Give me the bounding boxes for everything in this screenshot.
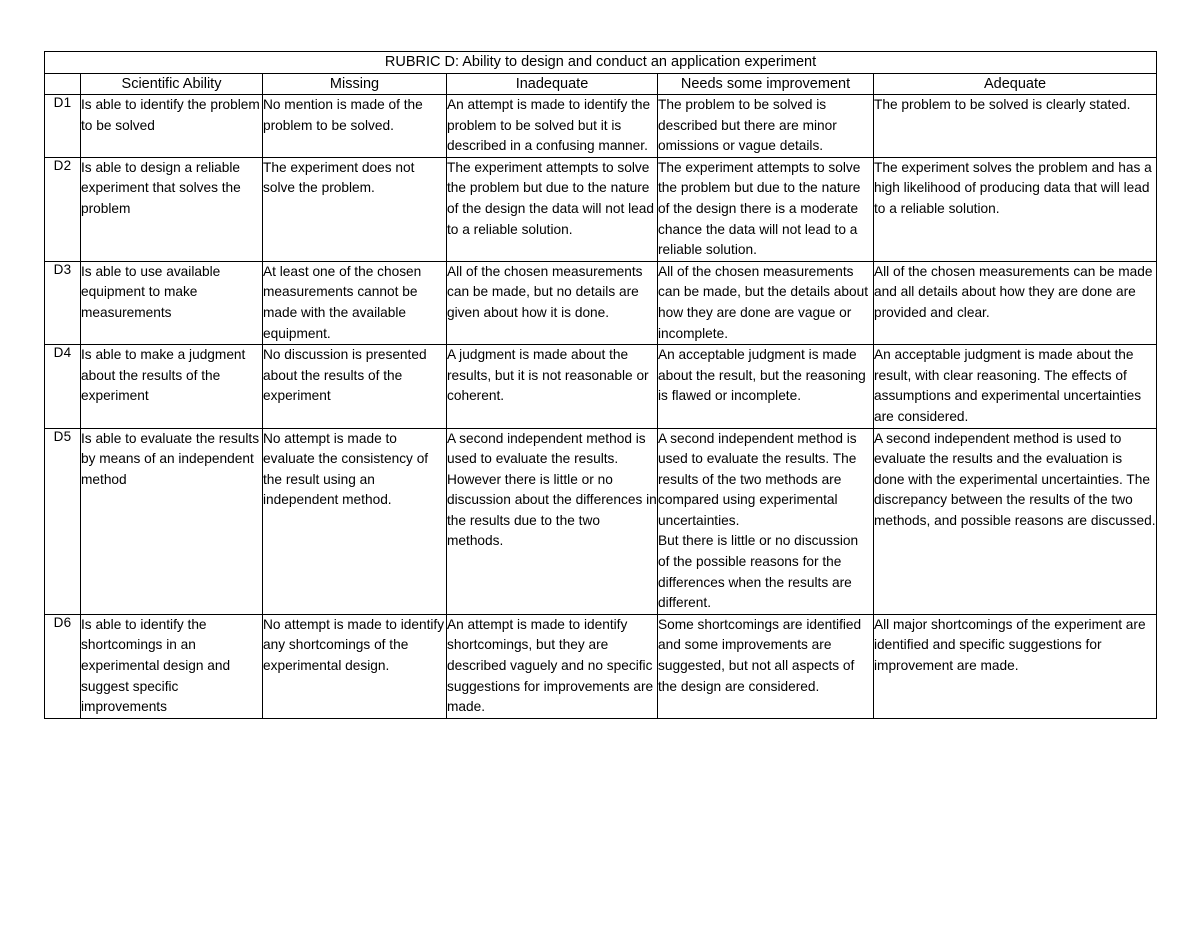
- rubric-title: RUBRIC D: Ability to design and conduct …: [43, 51, 1158, 74]
- rubric-table: RUBRIC D: Ability to design and conduct …: [43, 51, 1158, 719]
- cell-d6-missing: No attempt is made to identify any short…: [262, 613, 447, 719]
- table-row: D2 Is able to design a reliable experime…: [44, 156, 1158, 262]
- cell-d2-ability: Is able to design a reliable experiment …: [80, 156, 263, 262]
- cell-d4-missing: No discussion is presented about the res…: [262, 344, 447, 429]
- cell-d6-adequate: All major shortcomings of the experiment…: [872, 613, 1158, 719]
- cell-d1-missing: No mention is made of the problem to be …: [262, 94, 447, 158]
- row-label-d3: D3: [44, 260, 81, 346]
- column-header-missing: Missing: [262, 73, 447, 95]
- cell-d3-adequate: All of the chosen measurements can be ma…: [872, 260, 1158, 346]
- row-label-d5: D5: [44, 427, 81, 615]
- row-label-d6: D6: [44, 613, 81, 719]
- cell-d3-ability: Is able to use available equipment to ma…: [80, 260, 263, 346]
- row-label-d4: D4: [44, 344, 81, 429]
- rubric-table-container: RUBRIC D: Ability to design and conduct …: [43, 51, 1158, 719]
- row-label-d2: D2: [44, 156, 81, 262]
- cell-d3-missing: At least one of the chosen measurements …: [262, 260, 447, 346]
- column-header-inadequate: Inadequate: [446, 73, 658, 95]
- cell-d3-needs: All of the chosen measurements can be ma…: [657, 260, 874, 346]
- cell-d5-ability: Is able to evaluate the results by means…: [80, 427, 263, 615]
- table-row: D3 Is able to use available equipment to…: [44, 260, 1158, 346]
- cell-d2-needs: The experiment attempts to solve the pro…: [657, 156, 874, 262]
- cell-d1-needs: The problem to be solved is described bu…: [657, 94, 874, 158]
- cell-d5-inadequate: A second independent method is used to e…: [446, 427, 658, 615]
- cell-d4-needs: An acceptable judgment is made about the…: [657, 344, 874, 429]
- table-row: D6 Is able to identify the shortcomings …: [44, 613, 1158, 719]
- cell-d6-ability: Is able to identify the shortcomings in …: [80, 613, 263, 719]
- table-row: D1 Is able to identify the problem to be…: [44, 94, 1158, 158]
- rubric-title-row: RUBRIC D: Ability to design and conduct …: [43, 51, 1158, 74]
- rubric-header-row: Scientific Ability Missing Inadequate Ne…: [44, 73, 1158, 95]
- cell-d5-needs: A second independent method is used to e…: [657, 427, 874, 615]
- cell-d2-adequate: The experiment solves the problem and ha…: [872, 156, 1158, 262]
- column-header-adequate: Adequate: [872, 73, 1158, 95]
- column-header-needs-some-improvement: Needs some improvement: [657, 73, 874, 95]
- cell-d1-adequate: The problem to be solved is clearly stat…: [872, 94, 1158, 158]
- cell-d6-needs: Some shortcomings are identified and som…: [657, 613, 874, 719]
- table-row: D5 Is able to evaluate the results by me…: [44, 427, 1158, 615]
- cell-d5-missing: No attempt is made to evaluate the consi…: [262, 427, 447, 615]
- column-header-scientific-ability: Scientific Ability: [80, 73, 263, 95]
- row-label-d1: D1: [44, 94, 81, 158]
- table-row: D4 Is able to make a judgment about the …: [44, 344, 1158, 429]
- cell-d3-inadequate: All of the chosen measurements can be ma…: [446, 260, 658, 346]
- cell-d1-ability: Is able to identify the problem to be so…: [80, 94, 263, 158]
- cell-d1-inadequate: An attempt is made to identify the probl…: [446, 94, 658, 158]
- column-header-label: [44, 73, 81, 95]
- cell-d2-inadequate: The experiment attempts to solve the pro…: [446, 156, 658, 262]
- cell-d4-adequate: An acceptable judgment is made about the…: [872, 344, 1158, 429]
- cell-d5-adequate: A second independent method is used to e…: [872, 427, 1158, 615]
- rubric-document-page: RUBRIC D: Ability to design and conduct …: [0, 0, 1200, 927]
- cell-d4-inadequate: A judgment is made about the results, bu…: [446, 344, 658, 429]
- cell-d4-ability: Is able to make a judgment about the res…: [80, 344, 263, 429]
- cell-d2-missing: The experiment does not solve the proble…: [262, 156, 447, 262]
- cell-d6-inadequate: An attempt is made to identify shortcomi…: [446, 613, 658, 719]
